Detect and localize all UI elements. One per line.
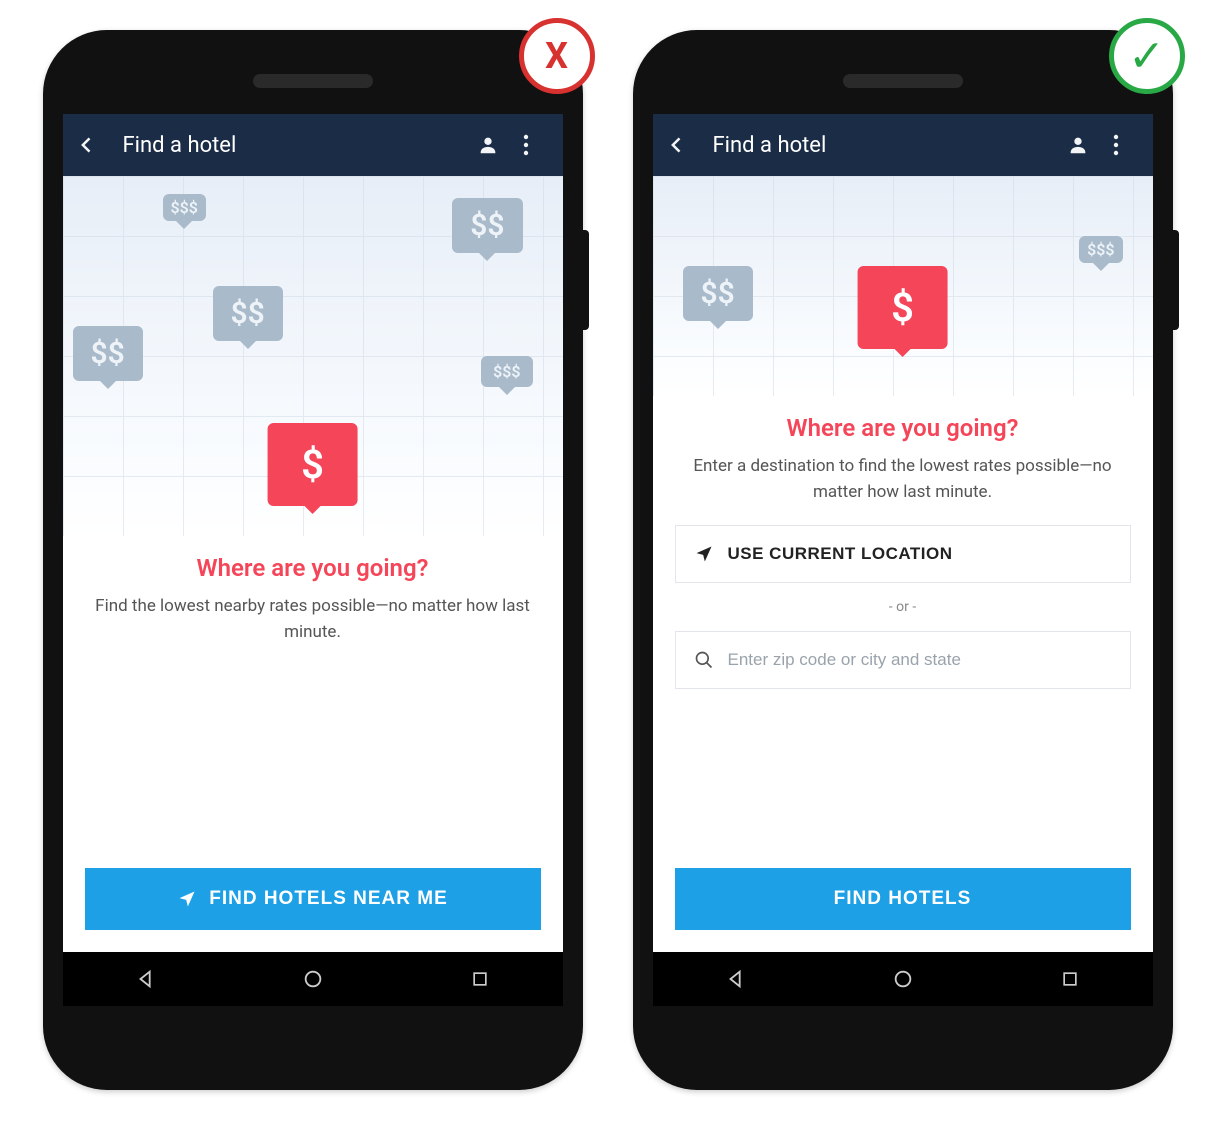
price-tag-highlight: $ bbox=[857, 266, 948, 349]
find-hotels-near-me-button[interactable]: FIND HOTELS NEAR ME bbox=[85, 868, 541, 930]
content-area: Where are you going? Enter a destination… bbox=[653, 396, 1153, 952]
phone-example-right: ✓ Find a hotel $$$ $$ $ bbox=[633, 30, 1173, 1090]
phone-speaker bbox=[843, 74, 963, 88]
destination-search-field[interactable] bbox=[675, 631, 1131, 689]
nav-back-icon[interactable] bbox=[135, 968, 157, 990]
search-icon bbox=[694, 650, 714, 670]
phone-power-button bbox=[1173, 230, 1179, 330]
heading: Where are you going? bbox=[85, 554, 541, 582]
price-tag-highlight: $ bbox=[267, 423, 358, 506]
app-bar-title: Find a hotel bbox=[713, 133, 1047, 158]
more-icon[interactable] bbox=[523, 134, 549, 156]
price-tag: $$$ bbox=[481, 356, 532, 387]
price-tag: $$ bbox=[452, 198, 522, 253]
app-bar: Find a hotel bbox=[63, 114, 563, 176]
or-divider: - or - bbox=[675, 599, 1131, 615]
phone-frame: Find a hotel $$$ $$ $$ $$ $$$ $ Where ar… bbox=[43, 30, 583, 1090]
use-location-label: USE CURRENT LOCATION bbox=[728, 544, 953, 564]
badge-correct: ✓ bbox=[1109, 18, 1185, 94]
price-tag: $$$ bbox=[163, 194, 206, 221]
price-tag: $$ bbox=[213, 286, 283, 341]
heading: Where are you going? bbox=[675, 414, 1131, 442]
subtext: Enter a destination to find the lowest r… bbox=[675, 454, 1131, 505]
back-icon[interactable] bbox=[667, 135, 693, 155]
profile-icon[interactable] bbox=[1067, 134, 1093, 156]
price-tag: $$$ bbox=[1079, 236, 1122, 263]
nav-recent-icon[interactable] bbox=[1060, 969, 1080, 989]
phone-power-button bbox=[583, 230, 589, 330]
x-icon: X bbox=[545, 35, 568, 77]
price-tag: $$ bbox=[683, 266, 753, 321]
map-hero: $$$ $$ $$ $$ $$$ $ bbox=[63, 176, 563, 536]
badge-wrong: X bbox=[519, 18, 595, 94]
location-arrow-icon bbox=[177, 889, 197, 909]
map-hero: $$$ $$ $ bbox=[653, 176, 1153, 396]
phone-speaker bbox=[253, 74, 373, 88]
content-area: Where are you going? Find the lowest nea… bbox=[63, 536, 563, 952]
android-nav-bar bbox=[653, 952, 1153, 1006]
find-hotels-button[interactable]: FIND HOTELS bbox=[675, 868, 1131, 930]
cta-label: FIND HOTELS bbox=[834, 888, 972, 910]
nav-back-icon[interactable] bbox=[725, 968, 747, 990]
destination-input[interactable] bbox=[728, 650, 1112, 670]
profile-icon[interactable] bbox=[477, 134, 503, 156]
cta-label: FIND HOTELS NEAR ME bbox=[209, 888, 448, 910]
app-bar-title: Find a hotel bbox=[123, 133, 457, 158]
nav-home-icon[interactable] bbox=[302, 968, 324, 990]
price-tag: $$ bbox=[73, 326, 143, 381]
location-arrow-icon bbox=[694, 544, 714, 564]
phone-frame: Find a hotel $$$ $$ $ Where are you goin… bbox=[633, 30, 1173, 1090]
phone-screen: Find a hotel $$$ $$ $ Where are you goin… bbox=[653, 114, 1153, 1006]
use-current-location-button[interactable]: USE CURRENT LOCATION bbox=[675, 525, 1131, 583]
back-icon[interactable] bbox=[77, 135, 103, 155]
nav-home-icon[interactable] bbox=[892, 968, 914, 990]
android-nav-bar bbox=[63, 952, 563, 1006]
subtext: Find the lowest nearby rates possible—no… bbox=[85, 594, 541, 645]
more-icon[interactable] bbox=[1113, 134, 1139, 156]
app-bar: Find a hotel bbox=[653, 114, 1153, 176]
phone-example-wrong: X Find a hotel $$$ $$ $$ $$ bbox=[43, 30, 583, 1090]
phone-screen: Find a hotel $$$ $$ $$ $$ $$$ $ Where ar… bbox=[63, 114, 563, 1006]
nav-recent-icon[interactable] bbox=[470, 969, 490, 989]
check-icon: ✓ bbox=[1128, 30, 1165, 82]
